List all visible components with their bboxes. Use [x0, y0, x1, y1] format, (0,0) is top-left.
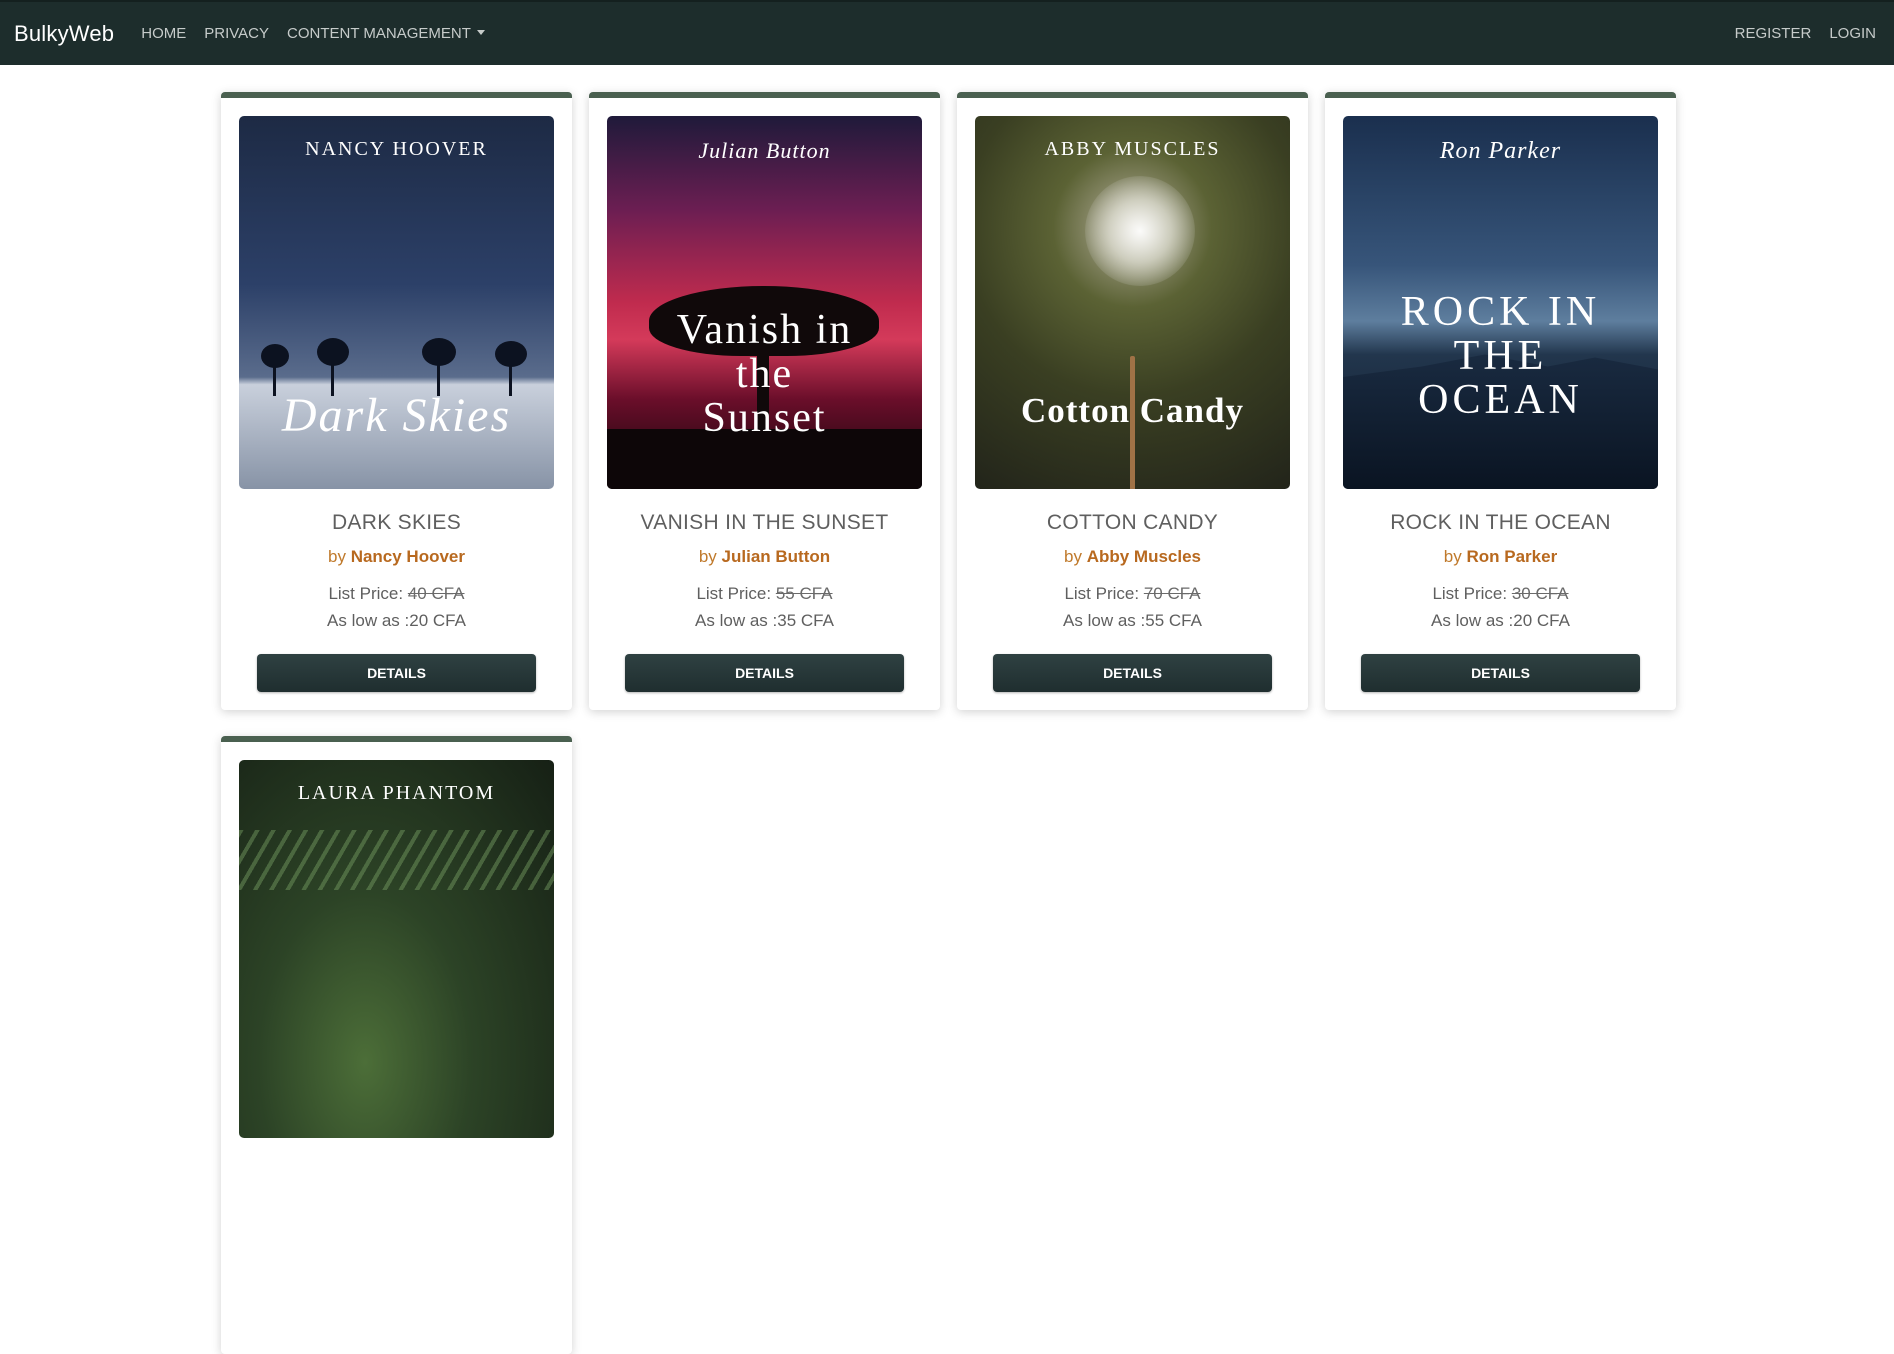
list-price-label: List Price:: [1064, 584, 1140, 604]
by-prefix: by: [1063, 547, 1082, 567]
product-grid: NANCY HOOVER Dark Skies Dark Skies by Na…: [221, 92, 1677, 1354]
book-cover-image[interactable]: ABBY MUSCLES Cotton Candy: [975, 116, 1290, 490]
cover-title-line: ROCK IN: [1400, 289, 1601, 335]
list-price-value: 55 CFA: [775, 584, 833, 604]
cover-author-text: Julian Button: [698, 138, 831, 163]
product-author: Julian Button: [721, 547, 831, 567]
book-cover-image[interactable]: NANCY HOOVER Dark Skies: [239, 116, 554, 490]
product-card: Julian Button Vanish in the Sunset Vanis…: [589, 92, 940, 710]
cover-author-text: LAURA PHANTOM: [297, 782, 496, 804]
product-title: Vanish in the Sunset: [640, 511, 889, 535]
cover-title-text: Vanish in the Sunset: [607, 308, 922, 440]
list-price-value: 40 CFA: [407, 584, 465, 604]
product-card: LAURA PHANTOM: [221, 736, 572, 1354]
cover-title-line: THE: [1453, 333, 1548, 379]
content-management-label: Content Management: [287, 25, 471, 42]
product-author-line: by Abby Muscles: [1064, 547, 1201, 567]
list-price-row: List Price: 55 CFA: [695, 580, 834, 607]
list-price-row: List Price: 70 CFA: [1063, 580, 1202, 607]
product-price-block: List Price: 70 CFA As low as :55 CFA: [1063, 580, 1202, 634]
product-author-line: by Julian Button: [699, 547, 830, 567]
list-price-value: 70 CFA: [1143, 584, 1201, 604]
product-card: Ron Parker ROCK IN THE OCEAN Rock in the…: [1325, 92, 1676, 710]
fern-leaves-icon: [239, 830, 554, 890]
nav-privacy-link[interactable]: Privacy: [204, 25, 269, 42]
brand-logo[interactable]: BulkyWeb: [14, 21, 114, 47]
book-cover-image[interactable]: Julian Button Vanish in the Sunset: [607, 116, 922, 490]
cover-title-text: Cotton Candy: [1020, 391, 1244, 430]
nav-content-management-dropdown[interactable]: Content Management: [287, 25, 485, 42]
low-price-text: As low as :20 CFA: [327, 611, 466, 631]
cover-author-text: NANCY HOOVER: [305, 138, 488, 160]
details-button[interactable]: Details: [625, 654, 904, 692]
details-button[interactable]: Details: [257, 654, 536, 692]
cover-title-line: OCEAN: [1418, 377, 1583, 423]
list-price-row: List Price: 30 CFA: [1431, 580, 1570, 607]
details-button[interactable]: Details: [993, 654, 1272, 692]
product-price-block: List Price: 55 CFA As low as :35 CFA: [695, 580, 834, 634]
product-card: NANCY HOOVER Dark Skies Dark Skies by Na…: [221, 92, 572, 710]
main-nav: Home Privacy Content Management: [141, 25, 485, 42]
book-cover-image[interactable]: Ron Parker ROCK IN THE OCEAN: [1343, 116, 1658, 490]
product-author: Ron Parker: [1466, 547, 1558, 567]
product-author-line: by Nancy Hoover: [328, 547, 465, 567]
list-price-row: List Price: 40 CFA: [327, 580, 466, 607]
chevron-down-icon: [476, 29, 485, 35]
dandelion-icon: [1085, 176, 1195, 286]
list-price-label: List Price:: [696, 584, 772, 604]
nav-login-link[interactable]: Login: [1829, 25, 1876, 42]
cover-author-text: Ron Parker: [1439, 138, 1562, 164]
product-card: ABBY MUSCLES Cotton Candy Cotton Candy b…: [957, 92, 1308, 710]
cover-title-text: Dark Skies: [281, 389, 512, 442]
list-price-label: List Price:: [328, 584, 404, 604]
book-cover-image[interactable]: LAURA PHANTOM: [239, 760, 554, 1138]
list-price-label: List Price:: [1432, 584, 1508, 604]
product-author-line: by Ron Parker: [1444, 547, 1557, 567]
product-author: Abby Muscles: [1086, 547, 1201, 567]
cover-author-text: ABBY MUSCLES: [1044, 138, 1221, 160]
low-price-text: As low as :35 CFA: [695, 611, 834, 631]
product-title: Cotton Candy: [1046, 511, 1219, 535]
cover-title-line: Sunset: [702, 395, 827, 441]
product-price-block: List Price: 40 CFA As low as :20 CFA: [327, 580, 466, 634]
by-prefix: by: [327, 547, 346, 567]
cover-title-text: ROCK IN THE OCEAN: [1343, 290, 1658, 422]
account-nav: Register Login: [1735, 25, 1880, 42]
low-price-text: As low as :20 CFA: [1431, 611, 1570, 631]
nav-home-link[interactable]: Home: [141, 25, 186, 42]
nav-register-link[interactable]: Register: [1735, 25, 1812, 42]
product-title: Rock in the Ocean: [1390, 511, 1611, 535]
top-navbar: BulkyWeb Home Privacy Content Management…: [0, 0, 1894, 65]
product-price-block: List Price: 30 CFA As low as :20 CFA: [1431, 580, 1570, 634]
cover-title-line: Vanish in: [676, 307, 853, 353]
cover-title-line: the: [735, 351, 794, 397]
list-price-value: 30 CFA: [1511, 584, 1569, 604]
low-price-text: As low as :55 CFA: [1063, 611, 1202, 631]
by-prefix: by: [1443, 547, 1462, 567]
details-button[interactable]: Details: [1361, 654, 1640, 692]
product-title: Dark Skies: [331, 511, 462, 535]
by-prefix: by: [698, 547, 717, 567]
product-author: Nancy Hoover: [350, 547, 466, 567]
